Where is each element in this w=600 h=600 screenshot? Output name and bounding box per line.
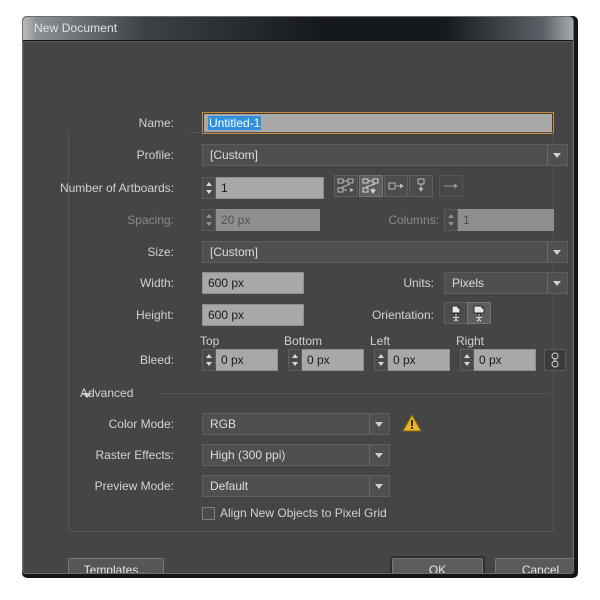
chevron-down-icon[interactable]: [547, 273, 567, 293]
bleed-left-value[interactable]: 0 px: [388, 349, 450, 371]
align-pixel-grid-label[interactable]: Align New Objects to Pixel Grid: [220, 502, 480, 524]
align-pixel-grid-checkbox[interactable]: [202, 507, 215, 520]
landscape-icon: [473, 305, 485, 322]
columns-stepper: 1: [444, 209, 554, 231]
width-input[interactable]: 600 px: [202, 272, 304, 294]
name-input[interactable]: Untitled-1: [202, 112, 554, 134]
raster-effects-dropdown[interactable]: High (300 ppi): [202, 444, 390, 466]
units-dropdown[interactable]: Pixels: [444, 272, 568, 294]
columns-value: 1: [458, 209, 554, 231]
bleed-top-label: Top: [200, 334, 220, 348]
bleed-left-label: Left: [370, 334, 391, 348]
preview-mode-dropdown[interactable]: Default: [202, 475, 390, 497]
dialog-titlebar[interactable]: New Document: [23, 17, 573, 41]
groupbox-label-notch: [69, 132, 189, 135]
orientation-landscape-button[interactable]: [467, 302, 491, 324]
chevron-down-icon[interactable]: [369, 476, 389, 496]
columns-label: Columns:: [388, 213, 439, 227]
name-label: Name:: [138, 116, 174, 130]
bleed-top-spinner-arrows[interactable]: [202, 349, 216, 371]
new-document-dialog: New Document Name: Untitled-1 Profile: […: [22, 16, 574, 574]
bleed-right-stepper[interactable]: 0 px: [460, 349, 536, 371]
color-mode-label: Color Mode:: [108, 417, 174, 431]
warning-icon: [402, 413, 422, 432]
arrange-row-icon: [388, 182, 404, 190]
dialog-title: New Document: [34, 21, 118, 35]
chevron-down-icon[interactable]: [369, 445, 389, 465]
grid-by-row-icon: [337, 178, 354, 193]
chevron-down-icon[interactable]: [547, 145, 567, 165]
bleed-top-value[interactable]: 0 px: [216, 349, 278, 371]
advanced-header[interactable]: Advanced: [80, 386, 133, 400]
bleed-bottom-stepper[interactable]: 0 px: [288, 349, 364, 371]
chevron-down-icon[interactable]: [547, 242, 567, 262]
bleed-right-spinner-arrows[interactable]: [460, 349, 474, 371]
artboard-arrange-column-button[interactable]: [409, 175, 433, 197]
height-label: Height:: [135, 308, 174, 322]
right-to-left-icon: [444, 183, 458, 189]
size-value: [Custom]: [210, 245, 259, 259]
bleed-link-button[interactable]: [544, 349, 566, 371]
artboard-arrange-row-button[interactable]: [384, 175, 408, 197]
artboard-grid-row-button[interactable]: [334, 175, 358, 197]
preview-mode-value: Default: [210, 479, 249, 493]
height-input[interactable]: 600 px: [202, 304, 304, 326]
link-bleed-icon: [551, 352, 559, 368]
color-mode-warning: [402, 413, 422, 437]
columns-spinner-arrows: [444, 209, 458, 231]
spacing-spinner-arrows: [202, 209, 216, 231]
artboards-stepper[interactable]: 1: [202, 177, 324, 199]
name-input-value: Untitled-1: [208, 116, 262, 130]
artboard-grid-column-button[interactable]: [359, 175, 383, 197]
artboard-direction-button[interactable]: [439, 175, 463, 197]
spacing-value: 20 px: [216, 209, 320, 231]
spacing-stepper: 20 px: [202, 209, 320, 231]
units-value: Pixels: [452, 276, 485, 290]
ok-button[interactable]: OK: [392, 558, 483, 573]
chevron-down-icon[interactable]: [369, 414, 389, 434]
bleed-bottom-label: Bottom: [284, 334, 323, 348]
orientation-label: Orientation:: [371, 308, 434, 322]
size-label: Size:: [147, 245, 174, 259]
bleed-bottom-spinner-arrows[interactable]: [288, 349, 302, 371]
artboards-spinner-arrows[interactable]: [202, 177, 216, 199]
cancel-button[interactable]: Cancel: [495, 558, 573, 573]
bleed-left-spinner-arrows[interactable]: [374, 349, 388, 371]
portrait-icon: [451, 305, 461, 322]
bleed-left-stepper[interactable]: 0 px: [374, 349, 450, 371]
bleed-right-label: Right: [456, 334, 485, 348]
color-mode-dropdown[interactable]: RGB: [202, 413, 390, 435]
raster-effects-value: High (300 ppi): [210, 448, 286, 462]
units-label: Units:: [403, 276, 434, 290]
artboards-label: Number of Artboards:: [59, 181, 174, 195]
advanced-divider: [160, 393, 550, 394]
bleed-label: Bleed:: [139, 353, 174, 367]
dialog-body: Name: Untitled-1 Profile: [Custom] Numbe…: [23, 41, 573, 573]
arrange-column-icon: [417, 178, 425, 192]
profile-label: Profile:: [136, 148, 174, 162]
width-label: Width:: [139, 276, 174, 290]
raster-effects-label: Raster Effects:: [95, 448, 174, 462]
color-mode-value: RGB: [210, 417, 237, 431]
orientation-portrait-button[interactable]: [444, 302, 468, 324]
bleed-right-value[interactable]: 0 px: [474, 349, 536, 371]
preview-mode-label: Preview Mode:: [94, 479, 174, 493]
profile-value: [Custom]: [210, 148, 259, 162]
artboards-value[interactable]: 1: [216, 177, 324, 199]
bleed-top-stepper[interactable]: 0 px: [202, 349, 278, 371]
spacing-label: Spacing:: [127, 213, 174, 227]
profile-dropdown[interactable]: [Custom]: [202, 144, 568, 166]
grid-by-column-icon: [362, 178, 379, 194]
size-dropdown[interactable]: [Custom]: [202, 241, 568, 263]
bleed-bottom-value[interactable]: 0 px: [302, 349, 364, 371]
templates-button[interactable]: Templates...: [68, 558, 164, 573]
